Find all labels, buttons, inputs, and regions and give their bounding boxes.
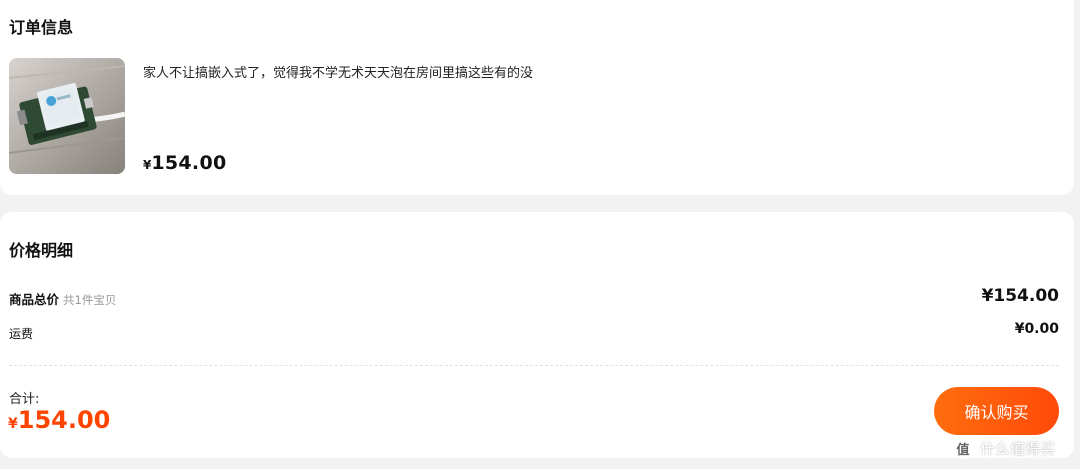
product-price: ¥154.00 xyxy=(143,152,226,174)
confirm-purchase-button[interactable]: 确认购买 xyxy=(934,387,1059,435)
shipping-value: ¥0.00 xyxy=(1014,321,1059,337)
order-info-card: 订单信息 家人不让搞嵌入式了，觉得我不学无术天天泡在房间里搞这些有的没 ¥154… xyxy=(0,0,1074,195)
shipping-label: 运费 xyxy=(9,327,34,341)
total-amount: ¥154.00 xyxy=(8,406,110,434)
order-info-title: 订单信息 xyxy=(9,18,74,37)
goods-count-text: 共1件宝贝 xyxy=(63,293,117,307)
divider xyxy=(9,365,1059,366)
price-details-card: 价格明细 商品总价 共1件宝贝 ¥154.00 运费 ¥0.00 合计: ¥154… xyxy=(0,212,1074,458)
total-currency: ¥ xyxy=(8,416,18,432)
product-price-amount: 154.00 xyxy=(151,152,227,174)
price-details-title: 价格明细 xyxy=(9,241,74,260)
smzdm-logo-icon: 值 xyxy=(952,437,974,459)
product-image[interactable] xyxy=(9,58,125,174)
watermark: 值 什么值得买 xyxy=(952,437,1055,459)
total-label: 合计: xyxy=(9,392,40,407)
goods-total-row-label: 商品总价 共1件宝贝 xyxy=(9,289,116,308)
goods-total-label: 商品总价 xyxy=(9,292,60,307)
total-amount-value: 154.00 xyxy=(17,406,111,434)
watermark-text: 什么值得买 xyxy=(980,439,1056,458)
circuit-board-photo-icon xyxy=(9,58,125,174)
product-description[interactable]: 家人不让搞嵌入式了，觉得我不学无术天天泡在房间里搞这些有的没 xyxy=(143,62,533,81)
goods-total-value: ¥154.00 xyxy=(981,286,1059,306)
